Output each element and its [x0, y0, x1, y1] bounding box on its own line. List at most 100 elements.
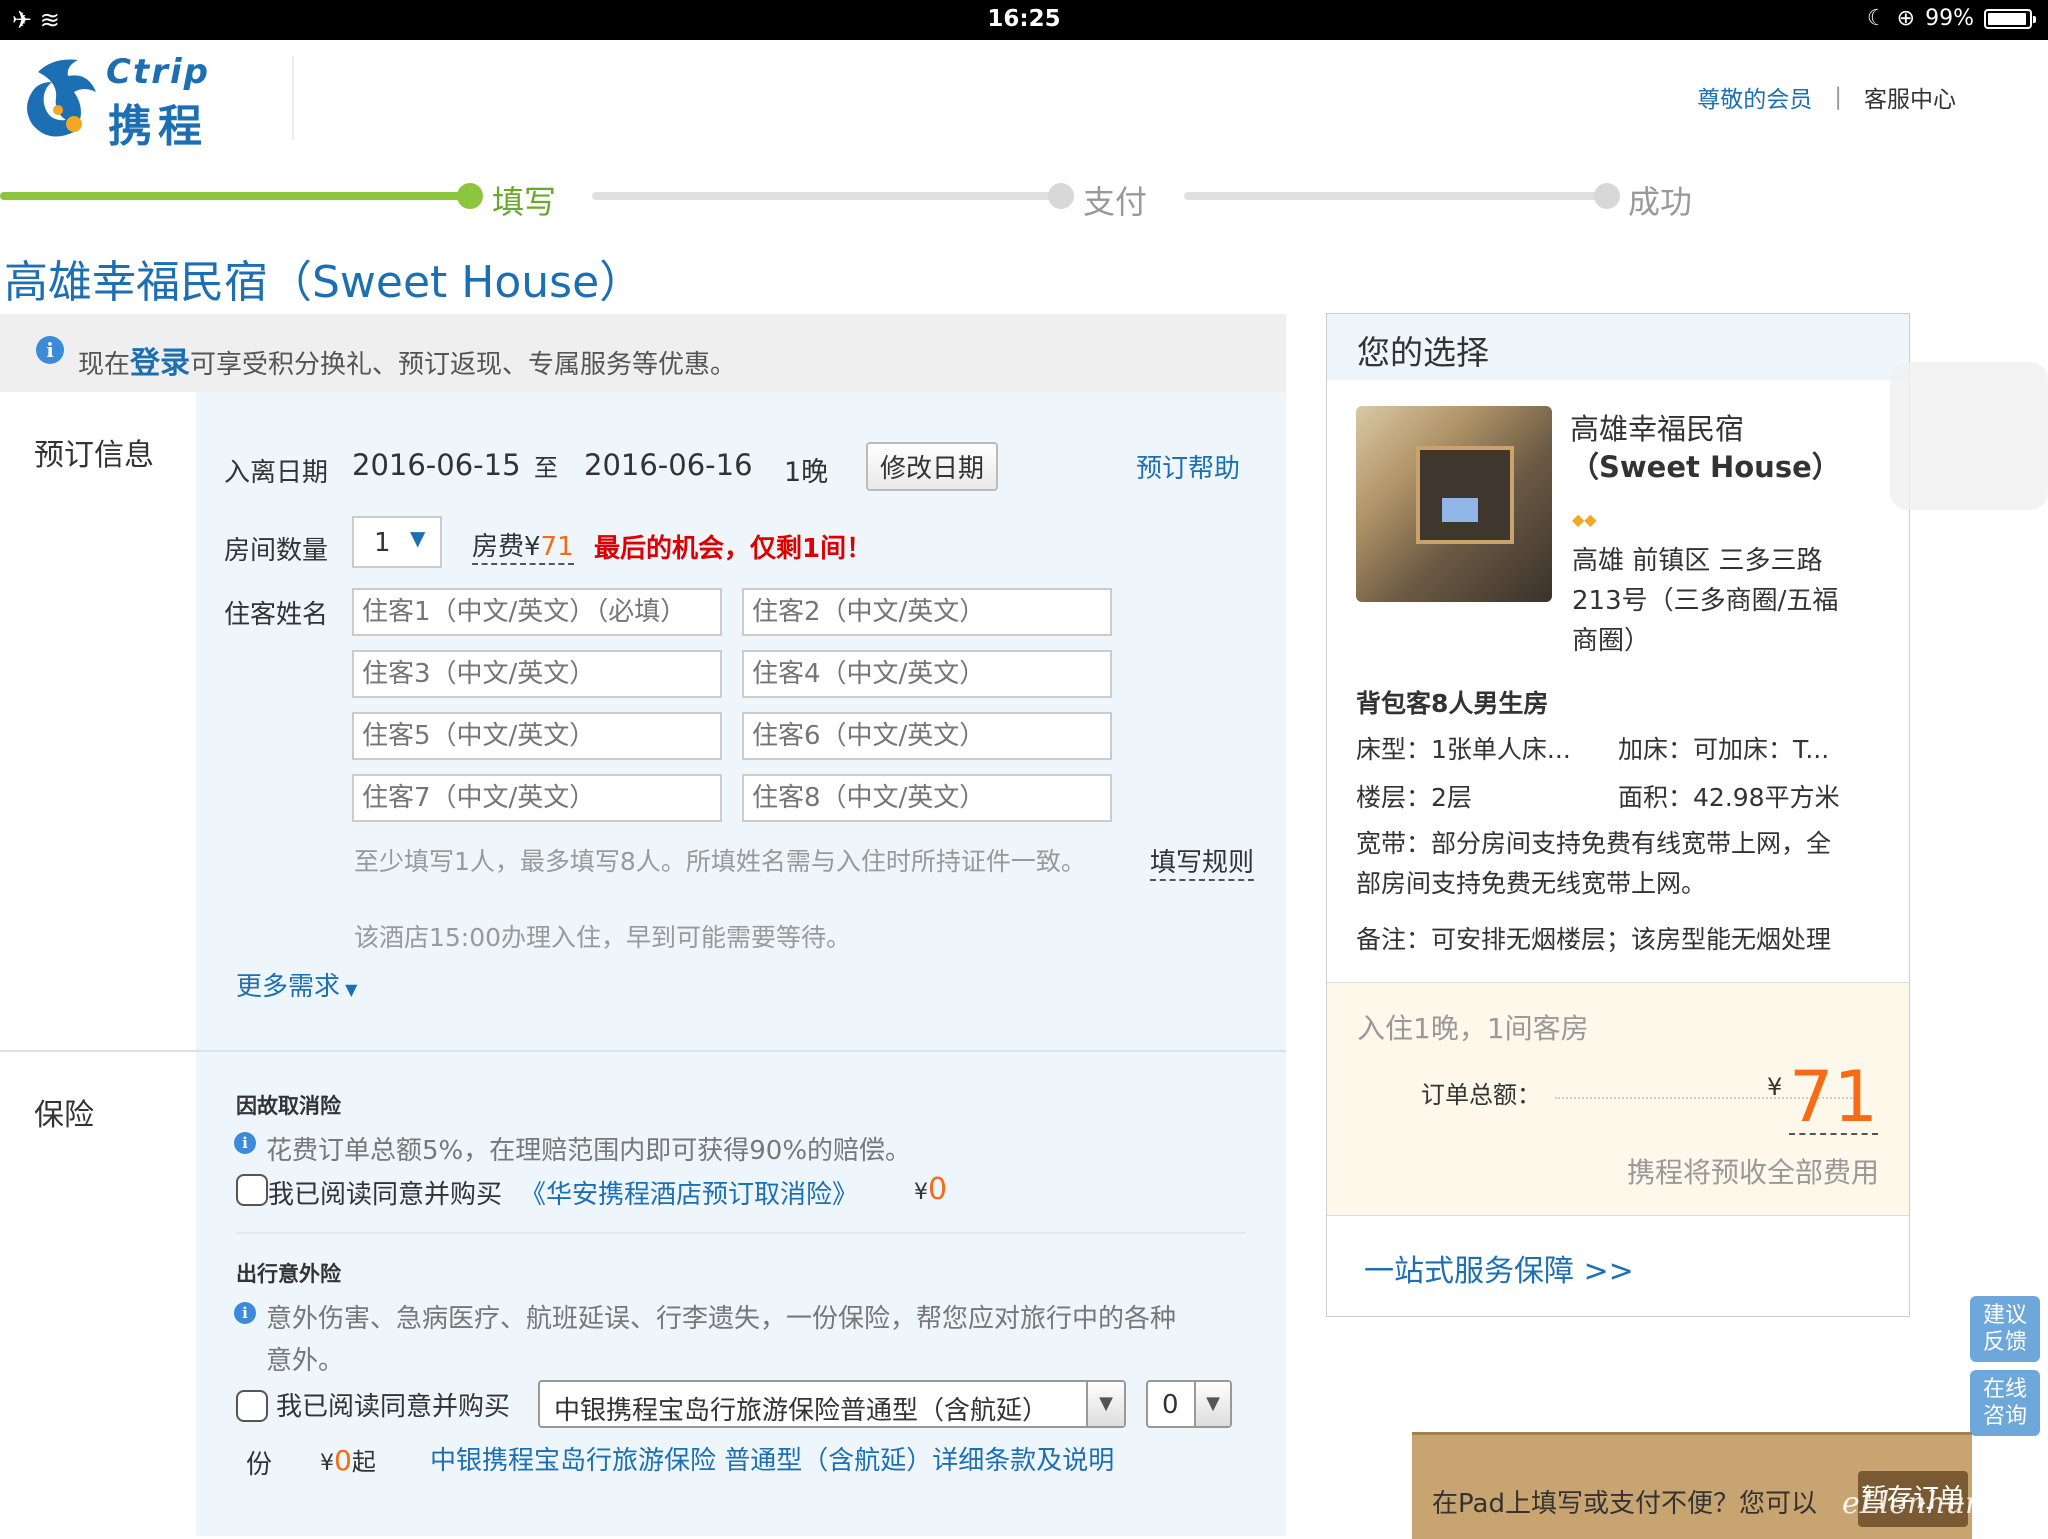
- header-divider: [292, 56, 294, 140]
- guest-5-input[interactable]: [352, 712, 722, 760]
- feedback-button[interactable]: 建议 反馈: [1970, 1296, 2040, 1362]
- booking-help-link[interactable]: 预订帮助: [1136, 448, 1240, 485]
- info-icon: i: [234, 1302, 256, 1324]
- travel-insurance-select[interactable]: 中银携程宝岛行旅游保险普通型（含航延） ▼: [538, 1380, 1126, 1428]
- guest-6-input[interactable]: [742, 712, 1112, 760]
- moon-icon: ☾: [1866, 6, 1887, 31]
- floor-value: 2层: [1431, 783, 1472, 812]
- area-label: 面积：: [1618, 783, 1694, 812]
- hotel-thumbnail[interactable]: [1356, 406, 1552, 602]
- logo-text-en: Ctrip: [106, 52, 210, 92]
- cancel-price-symbol: ¥: [914, 1180, 928, 1205]
- caret-down-icon: ▼: [340, 980, 358, 999]
- selection-hotel-name-1: 高雄幸福民宿: [1570, 412, 1745, 446]
- notice-suffix: 可享受积分换礼、预订返现、专属服务等优惠。: [190, 350, 737, 380]
- guest-7-input[interactable]: [352, 774, 722, 822]
- cancel-price: ¥0: [914, 1172, 947, 1207]
- more-needs-link[interactable]: 更多需求 ▼: [236, 966, 357, 1003]
- online-consult-button[interactable]: 在线 咨询: [1970, 1370, 2040, 1436]
- date-label: 入离日期: [224, 458, 329, 488]
- progress-step-fill: 填写: [492, 183, 557, 221]
- travel-qty-value: 0: [1162, 1390, 1179, 1420]
- stay-summary: 入住1晚，1间客房: [1357, 1012, 1589, 1045]
- room-qty-value: 1: [374, 528, 391, 558]
- date-to: 至: [534, 454, 558, 482]
- price-summary: 入住1晚，1间客房 订单总额： ¥ 71 携程将预收全部费用: [1327, 982, 1909, 1216]
- cancel-insurance-desc: 花费订单总额5%，在理赔范围内即可获得90%的赔偿。: [266, 1136, 912, 1166]
- bed-label: 床型：: [1356, 735, 1432, 764]
- checkout-date[interactable]: 2016-06-16: [584, 448, 753, 482]
- selection-header: 您的选择: [1327, 314, 1909, 380]
- status-time: 16:25: [987, 6, 1061, 32]
- guest-hint: 至少填写1人，最多填写8人。所填姓名需与入住时所持证件一致。: [354, 847, 1086, 876]
- fill-rules-link[interactable]: 填写规则: [1150, 842, 1255, 881]
- room-fee-label: 房费¥: [472, 532, 541, 562]
- travel-price: ¥0起: [320, 1442, 376, 1477]
- service-guarantee-link[interactable]: 一站式服务保障 >>: [1364, 1246, 1634, 1290]
- room-qty-label: 房间数量: [224, 536, 329, 566]
- prepay-note: 携程将预收全部费用: [1626, 1156, 1879, 1189]
- progress-dot-fill: [457, 183, 483, 209]
- guest-8-input[interactable]: [742, 774, 1112, 822]
- guest-2-input[interactable]: [742, 588, 1112, 636]
- travel-price-value: 0: [334, 1444, 352, 1477]
- travel-agree-text: 我已阅读同意并购买: [276, 1392, 511, 1422]
- remark-info: 备注：可安排无烟楼层；该房型能无烟处理: [1356, 924, 1831, 956]
- broadband-label: 宽带：: [1356, 829, 1432, 858]
- guest-1-input[interactable]: [352, 588, 722, 636]
- cancel-insurance-link[interactable]: 《华安携程酒店预订取消险》: [520, 1174, 858, 1211]
- login-notice: i 现在登录可享受积分换礼、预订返现、专属服务等优惠。: [0, 314, 1286, 392]
- notice-prefix: 现在: [78, 350, 131, 380]
- side-drawer-tab[interactable]: [1890, 362, 2048, 510]
- hotel-title: 高雄幸福民宿（Sweet House）: [4, 257, 644, 308]
- login-link[interactable]: 登录: [130, 346, 190, 381]
- total-amount: 71: [1789, 1056, 1879, 1138]
- checkin-date[interactable]: 2016-06-15: [352, 448, 521, 482]
- extra-bed-label: 加床：: [1618, 735, 1694, 764]
- travel-insurance-desc-1: 意外伤害、急病医疗、航班延误、行李遗失，一份保险，帮您应对旅行中的各种: [266, 1304, 1177, 1334]
- remark-value: 可安排无烟楼层；该房型能无烟处理: [1431, 925, 1832, 954]
- ctrip-logo[interactable]: Ctrip 携程: [18, 52, 248, 152]
- room-fee-value: 71: [540, 532, 574, 562]
- area-value: 42.98平方米: [1693, 783, 1840, 812]
- status-bar: ✈ ≋ 16:25 ☾ ⊕ 99%: [0, 0, 2048, 40]
- progress-line-done: [0, 192, 470, 200]
- selection-title: 您的选择: [1357, 333, 1489, 372]
- broadband-value-1: 部分房间支持免费有线宽带上网，全: [1431, 829, 1832, 858]
- travel-insurance-checkbox[interactable]: [236, 1390, 268, 1422]
- guest-3-input[interactable]: [352, 650, 722, 698]
- broadband-info: 宽带：部分房间支持免费有线宽带上网，全: [1356, 828, 1831, 860]
- address-line-2: 213号（三多商圈/五福: [1572, 586, 1839, 616]
- floor-info: 楼层：2层: [1356, 782, 1472, 814]
- remark-label: 备注：: [1356, 925, 1432, 954]
- nights-count: 1晚: [784, 457, 829, 488]
- cancel-price-value: 0: [928, 1172, 948, 1207]
- consult-line-1: 在线: [1982, 1377, 2027, 1402]
- customer-service-link[interactable]: 客服中心: [1864, 80, 1956, 114]
- floor-label: 楼层：: [1356, 783, 1432, 812]
- checkin-hint: 该酒店15:00办理入住，早到可能需要等待。: [354, 923, 852, 952]
- insurance-section-label: 保险: [34, 1098, 94, 1133]
- info-icon: i: [36, 336, 64, 364]
- selection-hotel-name-2: （Sweet House）: [1570, 450, 1841, 484]
- progress-step-pay: 支付: [1083, 183, 1148, 221]
- member-link[interactable]: 尊敬的会员: [1697, 80, 1812, 114]
- cancel-insurance-checkbox[interactable]: [236, 1174, 268, 1206]
- unit-label: 份: [246, 1450, 273, 1480]
- guest-4-input[interactable]: [742, 650, 1112, 698]
- consult-line-2: 咨询: [1982, 1404, 2027, 1429]
- section-label-column: [0, 392, 196, 1536]
- header-links: 尊敬的会员 | 客服中心: [1697, 80, 1956, 114]
- cancel-agree-text: 我已阅读同意并购买: [268, 1180, 503, 1210]
- modify-date-button[interactable]: 修改日期: [866, 442, 999, 491]
- info-icon: i: [234, 1132, 256, 1154]
- guest-name-label: 住客姓名: [224, 600, 329, 630]
- header-separator: |: [1834, 84, 1842, 110]
- watermark: eLlenhung.net: [1842, 1486, 2048, 1521]
- room-qty-select[interactable]: 1 ▼: [352, 516, 442, 568]
- travel-insurance-link[interactable]: 中银携程宝岛行旅游保险 普通型（含航延）详细条款及说明: [430, 1440, 1114, 1477]
- broadband-value-2: 部房间支持免费无线宽带上网。: [1356, 869, 1707, 898]
- travel-qty-select[interactable]: 0 ▼: [1146, 1380, 1232, 1428]
- progress-dot-pay: [1048, 183, 1074, 209]
- feedback-line-1: 建议: [1982, 1303, 2027, 1328]
